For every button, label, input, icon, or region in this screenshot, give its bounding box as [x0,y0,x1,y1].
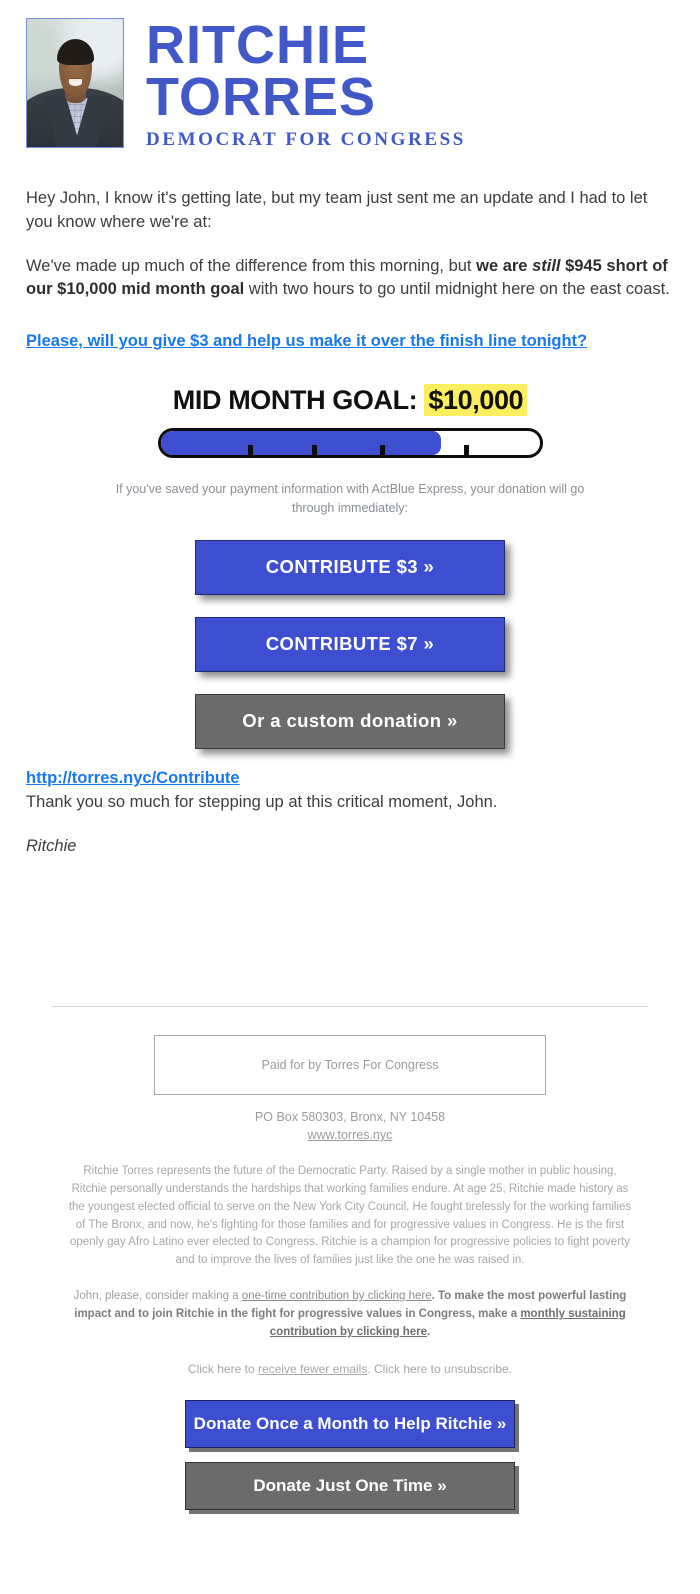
donate-monthly-button[interactable]: Donate Once a Month to Help Ritchie » [185,1399,515,1448]
footer-divider [52,1005,648,1007]
contribute-7-button[interactable]: CONTRIBUTE $7 » [195,616,505,672]
email-content: Hey John, I know it's getting late, but … [0,187,700,856]
goal-amount: $10,000 [424,384,528,417]
goal-title-label: MID MONTH GOAL: [172,385,425,416]
ask-link[interactable]: Please, will you give $3 and help us mak… [26,332,587,351]
email-footer: Paid for by Torres For Congress PO Box 5… [0,1034,700,1564]
update-bold-lead: we are [476,256,533,275]
progress-tick [247,445,253,456]
paid-for-text: Paid for by Torres For Congress [261,1057,439,1072]
custom-donation-button[interactable]: Or a custom donation » [195,693,505,749]
progress-tick [463,445,469,456]
footer-website-link[interactable]: www.torres.nyc [308,1128,393,1142]
footer-ask-prefix: John, please, consider making a [73,1290,242,1303]
wordmark-last-name: TORRES [146,66,377,127]
progress-bar [157,428,543,459]
goal-title: MID MONTH GOAL: $10,000 [172,384,528,417]
photo-eye-left [65,61,71,65]
unsubscribe-suffix: . Click here to unsubscribe. [367,1361,513,1376]
unsubscribe-prefix: Click here to [187,1361,258,1376]
progress-tick [380,445,386,456]
contribute-3-button[interactable]: CONTRIBUTE $3 » [195,539,505,595]
wordmark-first-name: RITCHIE [146,15,369,75]
update-text-lead: We've made up much of the difference fro… [26,256,477,275]
donate-once-button[interactable]: Donate Just One Time » [185,1461,515,1510]
update-text-tail: with two hours to go until midnight here… [244,280,670,299]
thanks-paragraph: Thank you so much for stepping up at thi… [26,792,498,811]
paid-for-box: Paid for by Torres For Congress [154,1034,546,1095]
actblue-note: If you've saved your payment information… [115,482,585,516]
signature: Ritchie [26,836,77,855]
progress-bar-fill [160,431,441,456]
contribute-url-paragraph: http://torres.nyc/Contribute [26,767,674,791]
footer-bottom-padding [30,1524,670,1564]
candidate-bio: Ritchie Torres represents the future of … [68,1165,632,1267]
progress-tick [312,445,318,456]
unsubscribe-line: Click here to receive fewer emails. Clic… [30,1362,670,1376]
footer-address-line: PO Box 580303, Bronx, NY 10458 [254,1109,446,1124]
email-header: RITCHIE TORRES DEMOCRAT FOR CONGRESS [0,0,700,151]
update-paragraph: We've made up much of the difference fro… [26,255,674,303]
cta-button-stack: CONTRIBUTE $3 » CONTRIBUTE $7 » Or a cus… [26,539,674,749]
contribute-url-link[interactable]: http://torres.nyc/Contribute [26,767,240,791]
footer-ask-suffix: . [426,1325,431,1338]
email-body: RITCHIE TORRES DEMOCRAT FOR CONGRESS Hey… [0,0,700,1564]
update-bold-italic: still [532,256,561,275]
photo-smile [69,79,82,86]
receive-fewer-emails-link[interactable]: receive fewer emails [258,1362,367,1376]
wordmark-tagline: DEMOCRAT FOR CONGRESS [146,128,466,150]
one-time-contribution-link[interactable]: one-time contribution by clicking here [242,1290,432,1302]
candidate-photo [26,18,124,148]
footer-address: PO Box 580303, Bronx, NY 10458 www.torre… [30,1108,670,1146]
footer-ask-line: John, please, consider making a one-time… [66,1288,634,1341]
greeting-paragraph: Hey John, I know it's getting late, but … [26,188,648,231]
photo-eye-right [79,61,85,65]
campaign-wordmark: RITCHIE TORRES DEMOCRAT FOR CONGRESS [146,18,466,151]
goal-block: MID MONTH GOAL: $10,000 If you've saved … [26,384,674,749]
